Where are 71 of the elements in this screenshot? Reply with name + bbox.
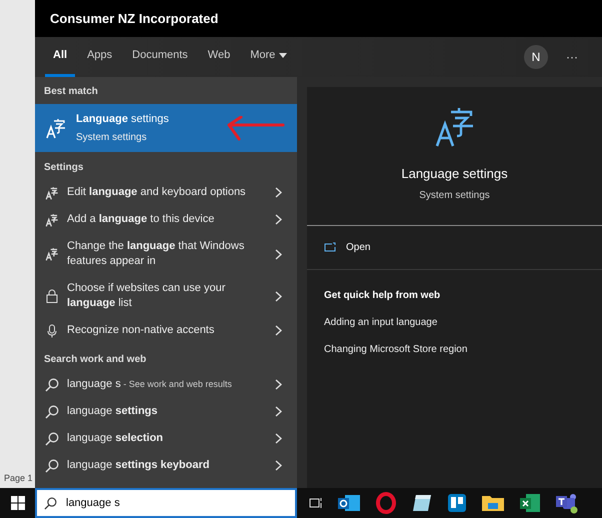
microphone-icon bbox=[46, 324, 58, 338]
board-app-icon[interactable] bbox=[447, 493, 467, 513]
result-item[interactable]: language s - See work and web results bbox=[35, 371, 297, 398]
section-heading: Search work and web bbox=[43, 353, 148, 367]
search-icon bbox=[45, 404, 59, 418]
filter-tab[interactable]: Apps bbox=[79, 37, 120, 77]
result-text: language settings keyboard bbox=[67, 458, 210, 473]
result-title: Language settings bbox=[76, 112, 169, 127]
result-item[interactable]: Edit language and keyboard options bbox=[35, 179, 297, 206]
lock-icon bbox=[46, 289, 58, 303]
language-icon bbox=[45, 212, 59, 226]
section-heading: Best match bbox=[43, 85, 99, 99]
result-text: Edit language and keyboard options bbox=[67, 185, 247, 200]
chevron-right-icon bbox=[275, 187, 282, 198]
result-text: Change the language that Windows features appear in bbox=[67, 239, 246, 269]
chevron-right-icon bbox=[275, 248, 282, 260]
help-link[interactable]: Adding an input language bbox=[324, 314, 585, 330]
chevron-right-icon bbox=[275, 433, 282, 444]
result-subtitle: System settings bbox=[76, 131, 148, 146]
page-indicator: Page 1 bbox=[3, 472, 34, 485]
taskbar-search-field[interactable]: language s bbox=[35, 488, 297, 518]
preview-subtitle: System settings bbox=[419, 188, 490, 202]
arrow-annotation bbox=[225, 116, 285, 142]
result-item[interactable]: language selection bbox=[35, 425, 297, 452]
open-window-icon bbox=[324, 242, 336, 252]
window-title: Consumer NZ Incorporated bbox=[50, 10, 218, 28]
open-action[interactable]: Open bbox=[307, 234, 602, 260]
search-icon bbox=[45, 458, 59, 472]
account-avatar[interactable]: N bbox=[524, 45, 548, 69]
result-text: language selection bbox=[67, 431, 164, 446]
search-icon bbox=[45, 378, 59, 392]
filter-tab[interactable]: More bbox=[242, 37, 296, 77]
result-item[interactable]: Recognize non-native accents bbox=[35, 317, 297, 344]
more-options-button[interactable]: ··· bbox=[562, 48, 582, 66]
chevron-right-icon bbox=[275, 406, 282, 417]
result-text: Recognize non-native accents bbox=[67, 323, 216, 338]
help-link[interactable]: Changing Microsoft Store region bbox=[324, 342, 585, 356]
preview-title: Language settings bbox=[401, 165, 508, 183]
folder-icon[interactable] bbox=[481, 493, 505, 513]
search-icon bbox=[44, 497, 57, 510]
result-item[interactable]: language settings bbox=[35, 398, 297, 425]
search-icon bbox=[45, 432, 59, 446]
notepad-app-icon[interactable] bbox=[411, 493, 433, 513]
result-text: Add a language to this device bbox=[67, 212, 216, 227]
result-text: Choose if websites can use your language list bbox=[67, 281, 226, 311]
best-match-item[interactable]: Language settings System settings bbox=[35, 104, 297, 152]
chevron-right-icon bbox=[275, 214, 282, 225]
result-item[interactable]: Choose if websites can use your language list bbox=[35, 275, 297, 317]
windows-logo-icon bbox=[10, 496, 24, 510]
chevron-right-icon bbox=[275, 290, 282, 302]
dropdown-caret-icon bbox=[279, 53, 288, 58]
task-view-icon[interactable] bbox=[309, 497, 323, 509]
result-item[interactable]: language settings keyboard bbox=[35, 452, 297, 479]
language-icon bbox=[45, 186, 59, 200]
chevron-right-icon bbox=[275, 460, 282, 471]
chevron-right-icon bbox=[275, 379, 282, 390]
result-text: language settings bbox=[67, 404, 159, 419]
spreadsheet-app-icon[interactable] bbox=[519, 493, 541, 513]
language-icon bbox=[45, 117, 67, 139]
filter-tab[interactable]: Documents bbox=[124, 37, 196, 77]
team-chat-app-icon[interactable] bbox=[555, 492, 579, 514]
mail-app-icon[interactable] bbox=[337, 493, 361, 513]
browser-ring-icon[interactable] bbox=[375, 492, 397, 514]
help-heading: Get quick help from web bbox=[324, 288, 442, 302]
section-heading: Settings bbox=[43, 161, 84, 175]
chevron-right-icon bbox=[275, 325, 282, 336]
result-text: language s - See work and web results bbox=[67, 377, 233, 392]
language-icon bbox=[45, 247, 59, 261]
result-item[interactable]: Change the language that Windows features appear in bbox=[35, 233, 297, 275]
filter-tab[interactable]: Web bbox=[200, 37, 238, 77]
result-item[interactable]: Add a language to this device bbox=[35, 206, 297, 233]
